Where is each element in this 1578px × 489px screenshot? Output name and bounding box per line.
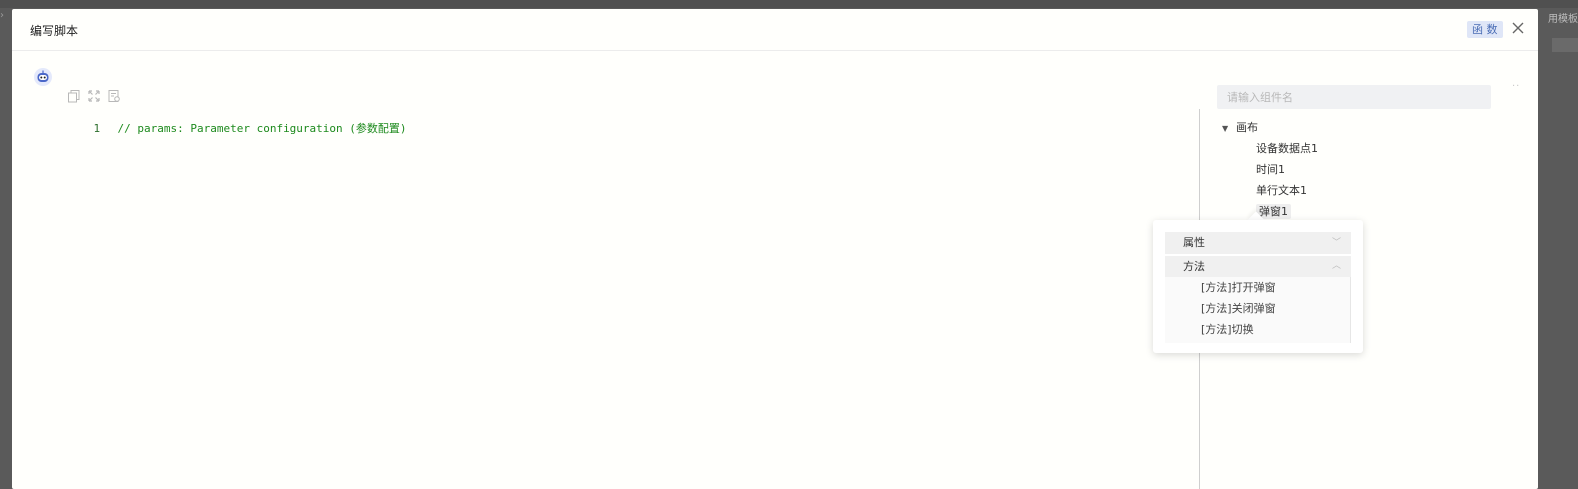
more-options-icon[interactable]: ·· (1512, 81, 1520, 92)
method-item-toggle[interactable]: [方法]切换 (1165, 319, 1350, 340)
tree-item[interactable]: 时间1 (1222, 159, 1318, 180)
properties-label: 属性 (1183, 236, 1205, 249)
tree-item-label: 时间1 (1256, 163, 1285, 176)
component-tree: ▼ 画布 设备数据点1 时间1 单行文本1 弹窗1 (1222, 117, 1318, 222)
editor-toolbar (67, 89, 121, 103)
copy-icon[interactable] (67, 89, 81, 103)
methods-collapse-header[interactable]: 方法 ︿ (1165, 256, 1351, 277)
modal-header: 编写脚本 函 数 (12, 9, 1538, 51)
code-comment[interactable]: // params: Parameter configuration (参数配置… (118, 122, 407, 135)
methods-label: 方法 (1183, 260, 1205, 273)
tree-root-label: 画布 (1236, 121, 1258, 134)
robot-icon[interactable] (33, 67, 53, 87)
modal-title: 编写脚本 (30, 24, 79, 38)
close-button[interactable] (1510, 20, 1526, 36)
format-icon[interactable] (107, 89, 121, 103)
background-top-bar (0, 0, 1578, 8)
function-button[interactable]: 函 数 (1467, 21, 1503, 38)
code-line[interactable]: 1 // params: Parameter configuration (参数配… (67, 107, 407, 149)
methods-list: [方法]打开弹窗 [方法]关闭弹窗 [方法]切换 (1165, 277, 1351, 343)
background-left-chevron-icon: › (0, 10, 4, 21)
properties-collapse-header[interactable]: 属性 ﹀ (1165, 232, 1351, 254)
chevron-down-icon: ﹀ (1331, 238, 1341, 248)
tree-item-selected[interactable]: 弹窗1 (1222, 201, 1318, 222)
method-item-open[interactable]: [方法]打开弹窗 (1165, 277, 1350, 298)
chevron-up-icon: ︿ (1331, 261, 1341, 271)
component-detail-popover: 属性 ﹀ 方法 ︿ [方法]打开弹窗 [方法]关闭弹窗 [方法]切换 (1153, 220, 1363, 353)
method-item-close[interactable]: [方法]关闭弹窗 (1165, 298, 1350, 319)
component-search-input[interactable] (1217, 85, 1491, 109)
line-number: 1 (93, 122, 101, 135)
close-icon (1512, 22, 1524, 34)
tree-item[interactable]: 单行文本1 (1222, 180, 1318, 201)
tree-root-canvas[interactable]: ▼ 画布 (1222, 117, 1318, 138)
caret-down-icon[interactable]: ▼ (1222, 118, 1228, 139)
tree-item[interactable]: 设备数据点1 (1222, 138, 1318, 159)
background-template-label: 用模板 (1548, 14, 1578, 25)
background-right-block (1552, 38, 1578, 52)
tree-item-label: 设备数据点1 (1256, 142, 1318, 155)
tree-item-label: 单行文本1 (1256, 184, 1307, 197)
fullscreen-icon[interactable] (87, 89, 101, 103)
